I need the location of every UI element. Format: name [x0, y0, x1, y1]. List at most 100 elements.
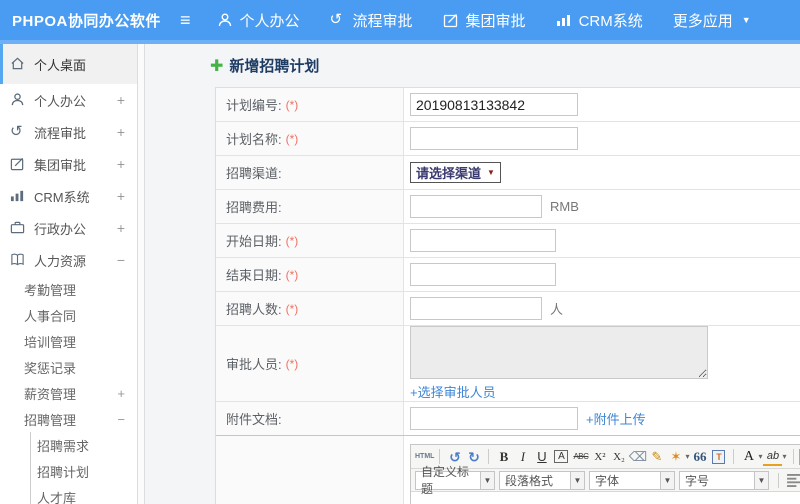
sidebar-subitem-rewards[interactable]: 奖惩记录	[0, 354, 137, 380]
form-row-attachment: 附件文档: +附件上传	[216, 402, 800, 436]
font-size-dropdown[interactable]: 字号 ▼	[679, 470, 769, 490]
field-cell: +选择审批人员	[404, 326, 800, 401]
nav-workflow-approval[interactable]: ↺ 流程审批	[330, 10, 413, 31]
rich-text-editor: HTML ↺ ↻ B I U A ABC X² X₂ ⌫ ✎ ✶ ▾ 66 T …	[410, 444, 800, 504]
sidebar-subitem-recruitment[interactable]: 招聘管理 −	[0, 406, 137, 432]
superscript-icon[interactable]: X²	[590, 446, 609, 468]
caret-down-icon: ▼	[754, 471, 768, 489]
fee-input[interactable]	[410, 195, 542, 218]
caret-down-icon: ▼	[660, 471, 674, 489]
form-row-channel: 招聘渠道: 请选择渠道 ▼	[216, 156, 800, 190]
page-title-text: 新增招聘计划	[229, 58, 320, 75]
sidebar-item-human-resources[interactable]: 人力资源 −	[0, 244, 137, 276]
caret-down-icon: ▼	[570, 471, 584, 489]
expand-icon[interactable]: +	[117, 220, 125, 236]
bold-icon[interactable]: B	[494, 446, 513, 468]
sidebar-subitem-training[interactable]: 培训管理	[0, 328, 137, 354]
plus-icon: ✚	[210, 57, 224, 75]
form-row-plan-name: 计划名称: (*)	[216, 122, 800, 156]
field-cell	[404, 224, 800, 257]
sidebar-subsubitem-recruit-demand[interactable]: 招聘需求	[31, 432, 137, 458]
sidebar-subsubitem-label: 人才库	[37, 490, 77, 504]
sidebar-item-personal-desktop[interactable]: 个人桌面	[0, 44, 137, 84]
toolbar-separator	[733, 449, 735, 464]
field-label	[216, 436, 404, 504]
sidebar-subitem-hr-contract[interactable]: 人事合同	[0, 302, 137, 328]
highlight-icon[interactable]: ab	[763, 448, 783, 466]
collapse-icon[interactable]: −	[117, 252, 125, 268]
channel-select[interactable]: 请选择渠道 ▼	[410, 162, 501, 183]
sidebar-item-group-approval[interactable]: 集团审批 +	[0, 148, 137, 180]
caret-down-icon[interactable]: ▾	[782, 452, 786, 461]
sidebar-item-crm-system[interactable]: CRM系统 +	[0, 180, 137, 212]
caret-down-icon[interactable]: ▾	[758, 452, 762, 461]
sidebar-subitem-label: 奖惩记录	[24, 360, 77, 376]
eraser-icon[interactable]: ⌫	[628, 446, 647, 468]
attachment-input[interactable]	[410, 407, 578, 430]
field-cell: 人	[404, 292, 800, 325]
field-label: 开始日期: (*)	[216, 224, 404, 257]
toolbar-separator	[439, 449, 441, 464]
plan-name-input[interactable]	[410, 127, 578, 150]
plan-no-input[interactable]	[410, 93, 578, 116]
approvers-textarea[interactable]	[410, 326, 708, 379]
form-row-fee: 招聘费用: RMB	[216, 190, 800, 224]
expand-icon[interactable]: +	[117, 92, 125, 108]
format-brush-icon[interactable]: ✎	[647, 446, 666, 468]
sidebar-item-workflow-approval[interactable]: ↺ 流程审批 +	[0, 116, 137, 148]
sidebar-item-admin-office[interactable]: 行政办公 +	[0, 212, 137, 244]
select-caret-icon: ▼	[487, 168, 495, 177]
required-mark: (*)	[285, 97, 299, 112]
nav-crm-system[interactable]: CRM系统	[556, 10, 643, 31]
book-icon	[10, 252, 26, 268]
nav-label: 更多应用	[672, 12, 733, 30]
start-date-input[interactable]	[410, 229, 556, 252]
headcount-input[interactable]	[410, 297, 542, 320]
sidebar-item-personal-office[interactable]: 个人办公 +	[0, 84, 137, 116]
field-cell: +附件上传	[404, 402, 800, 435]
nav-personal-office[interactable]: 个人办公	[217, 10, 300, 31]
select-approvers-link[interactable]: +选择审批人员	[410, 382, 496, 401]
attachment-upload-link[interactable]: +附件上传	[586, 409, 646, 428]
underline-icon[interactable]: U	[532, 446, 551, 468]
field-cell	[404, 122, 800, 155]
field-cell: RMB	[404, 190, 800, 223]
font-color-icon[interactable]: A	[739, 446, 758, 468]
sidebar-item-label: 个人桌面	[34, 57, 87, 73]
required-mark: (*)	[285, 267, 299, 282]
sidebar-subitem-salary[interactable]: 薪资管理 +	[0, 380, 137, 406]
sidebar-subsubitem-label: 招聘计划	[37, 464, 90, 480]
headcount-unit-label: 人	[550, 302, 564, 317]
subscript-icon[interactable]: X₂	[609, 446, 628, 468]
field-label: 附件文档:	[216, 402, 404, 435]
expand-icon[interactable]: +	[117, 188, 125, 204]
collapse-icon[interactable]: −	[117, 412, 125, 427]
nav-group-approval[interactable]: 集团审批	[443, 10, 526, 31]
caret-down-icon[interactable]: ▾	[685, 452, 689, 461]
paste-icon[interactable]: T	[712, 449, 726, 464]
paragraph-format-dropdown[interactable]: 段落格式 ▼	[499, 470, 585, 490]
toolbar-separator	[792, 449, 794, 464]
custom-heading-dropdown[interactable]: 自定义标题 ▼	[415, 465, 495, 496]
hamburger-menu-icon[interactable]: ≡	[180, 10, 191, 31]
blockquote-icon[interactable]: 66	[690, 446, 709, 468]
text-style-icon[interactable]: A	[554, 450, 569, 463]
strikethrough-icon[interactable]: ABC	[571, 446, 590, 468]
caret-down-icon: ▼	[480, 471, 494, 489]
align-left-icon[interactable]	[784, 472, 800, 488]
expand-icon[interactable]: +	[117, 386, 125, 401]
form-row-approvers: 审批人员: (*) +选择审批人员	[216, 326, 800, 402]
main-content: ✚ 新增招聘计划 计划编号: (*) 计划名称: (*)	[145, 44, 800, 504]
italic-icon[interactable]: I	[513, 446, 532, 468]
end-date-input[interactable]	[410, 263, 556, 286]
briefcase-icon	[10, 220, 26, 236]
font-family-dropdown[interactable]: 字体 ▼	[589, 470, 675, 490]
sidebar-subsubitem-recruit-plan[interactable]: 招聘计划	[31, 458, 137, 484]
magic-wand-icon[interactable]: ✶	[666, 446, 685, 468]
sidebar-subitem-attendance[interactable]: 考勤管理	[0, 276, 137, 302]
expand-icon[interactable]: +	[117, 124, 125, 140]
nav-more-apps[interactable]: 更多应用 ▼	[673, 10, 751, 31]
sidebar-subsubitem-talent-pool[interactable]: 人才库	[31, 484, 137, 504]
expand-icon[interactable]: +	[117, 156, 125, 172]
field-label: 计划名称: (*)	[216, 122, 404, 155]
